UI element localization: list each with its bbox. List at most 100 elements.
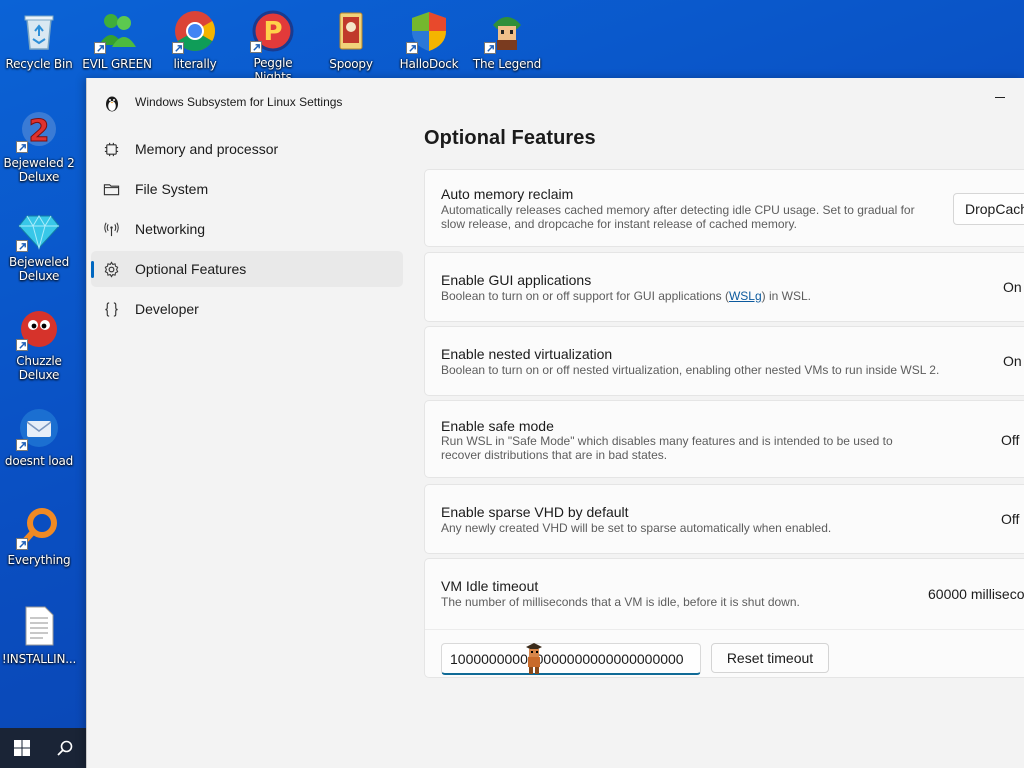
title-bar: Windows Subsystem for Linux Settings [87, 78, 1024, 126]
sidebar-item-optional-features[interactable]: Optional Features [91, 251, 403, 287]
bejeweled2-icon: 2 [16, 108, 62, 153]
page-title: Optional Features [424, 127, 596, 149]
desktop-icon-label: Recycle Bin [5, 57, 73, 71]
chip-icon [102, 140, 120, 158]
penguin-icon [104, 94, 120, 112]
setting-card-gui-applications: Enable GUI applications Boolean to turn … [424, 252, 1024, 322]
sidebar-item-file-system[interactable]: File System [91, 171, 403, 207]
taskbar-search-button[interactable] [43, 728, 86, 768]
chrome-icon [172, 8, 218, 54]
shortcut-arrow-icon [484, 42, 496, 54]
shortcut-arrow-icon [16, 141, 28, 153]
shortcut-arrow-icon [16, 240, 28, 252]
setting-description: The number of milliseconds that a VM is … [441, 595, 800, 609]
document-icon [16, 603, 62, 649]
recycle-bin-icon [16, 8, 62, 54]
setting-description: Boolean to turn on or off support for GU… [441, 289, 931, 303]
sidebar-item-memory-and-processor[interactable]: Memory and processor [91, 131, 403, 167]
sidebar-item-label: Optional Features [135, 261, 247, 277]
desktop-icon-spoopy[interactable]: Spoopy [312, 8, 390, 84]
auto-memory-reclaim-dropdown[interactable]: DropCach [953, 193, 1024, 225]
setting-description: Automatically releases cached memory aft… [441, 203, 915, 231]
vm-idle-timeout-value: 60000 millisecor [928, 586, 1024, 602]
setting-title: VM Idle timeout [441, 578, 539, 594]
setting-description: Boolean to turn on or off nested virtual… [441, 363, 940, 377]
desktop-icon-everything[interactable]: Everything [0, 504, 78, 580]
thunderbird-icon [16, 405, 62, 451]
sidebar-item-networking[interactable]: Networking [91, 211, 403, 247]
desktop-icon-label: literally [173, 57, 217, 71]
description-text: ) in WSL. [761, 289, 811, 303]
desktop-icon-recycle-bin[interactable]: Recycle Bin [0, 8, 78, 84]
game-character-icon [484, 8, 530, 54]
desktop-icon-label: EVIL GREEN [82, 57, 152, 71]
desktop-icon-label: Bejeweled 2 Deluxe [3, 156, 75, 184]
minimize-button[interactable] [989, 86, 1011, 108]
desktop-icon-bejeweled[interactable]: Bejeweled Deluxe [0, 207, 78, 283]
nested-virtualization-toggle-state[interactable]: On [1003, 353, 1022, 369]
desktop-icon-peggle-nights[interactable]: P Peggle Nights [234, 8, 312, 84]
setting-title: Enable sparse VHD by default [441, 504, 629, 520]
shortcut-arrow-icon [16, 439, 28, 451]
windows-logo-icon [406, 8, 452, 54]
desktop-icon-doesnt-load[interactable]: doesnt load [0, 405, 78, 481]
sidebar-item-label: Developer [135, 301, 199, 317]
setting-card-auto-memory-reclaim: Auto memory reclaim Automatically releas… [424, 169, 1024, 247]
desktop-icon-label: doesnt load [4, 454, 74, 468]
desktop-icon-literally[interactable]: literally [156, 8, 234, 84]
cursor-character-icon [523, 641, 545, 675]
setting-card-nested-virtualization: Enable nested virtualization Boolean to … [424, 326, 1024, 396]
chuzzle-icon [16, 306, 62, 351]
desktop-icon-the-legend[interactable]: The Legend [468, 8, 546, 84]
sidebar-nav: Memory and processor File System Network… [87, 131, 405, 331]
sidebar-item-label: File System [135, 181, 209, 197]
desktop-icon-installing[interactable]: !INSTALLIN... [0, 603, 78, 679]
start-button[interactable] [0, 728, 43, 768]
messenger-people-icon [94, 8, 140, 54]
setting-description: Run WSL in "Safe Mode" which disables ma… [441, 434, 893, 462]
sidebar-item-developer[interactable]: Developer [91, 291, 403, 327]
braces-icon [102, 300, 120, 318]
reset-timeout-button[interactable]: Reset timeout [711, 643, 829, 673]
folder-icon [102, 180, 120, 198]
setting-title: Enable safe mode [441, 418, 554, 434]
antenna-icon [102, 220, 120, 238]
shortcut-arrow-icon [172, 42, 184, 54]
sparse-vhd-toggle-state[interactable]: Off [1001, 511, 1019, 527]
shortcut-arrow-icon [16, 538, 28, 550]
desktop-icon-label: !INSTALLIN... [1, 652, 77, 666]
desktop-icon-hallodock[interactable]: HalloDock [390, 8, 468, 84]
desktop-icon-evil-green[interactable]: EVIL GREEN [78, 8, 156, 84]
shortcut-arrow-icon [16, 339, 28, 351]
dropdown-selected-value: DropCach [965, 201, 1024, 217]
desktop-icon-label: HalloDock [399, 57, 459, 71]
vm-idle-timeout-input[interactable] [441, 643, 701, 675]
safe-mode-toggle-state[interactable]: Off [1001, 432, 1019, 448]
gui-applications-toggle-state[interactable]: On [1003, 279, 1022, 295]
setting-title: Auto memory reclaim [441, 186, 574, 202]
windows-start-icon [13, 740, 30, 756]
wslg-link[interactable]: WSLg [729, 289, 762, 303]
desktop-icon-label: Everything [7, 553, 71, 567]
sidebar-item-label: Networking [135, 221, 206, 237]
sidebar-item-label: Memory and processor [135, 141, 279, 157]
svg-text:P: P [263, 17, 282, 47]
diamond-icon [16, 207, 62, 252]
setting-title: Enable GUI applications [441, 272, 592, 288]
peggle-icon: P [250, 8, 296, 53]
setting-card-vm-idle-timeout: VM Idle timeout The number of millisecon… [424, 558, 1024, 678]
search-icon [56, 740, 72, 756]
setting-description: Any newly created VHD will be set to spa… [441, 521, 832, 535]
desktop-icon-label: The Legend [472, 57, 542, 71]
divider [425, 629, 1024, 630]
desktop-icon-chuzzle[interactable]: Chuzzle Deluxe [0, 306, 78, 382]
window-title: Windows Subsystem for Linux Settings [135, 95, 343, 109]
minimize-icon [995, 96, 1005, 98]
desktop-icon-bejeweled-2[interactable]: 2 Bejeweled 2 Deluxe [0, 108, 78, 184]
everything-search-icon [16, 504, 62, 550]
wsl-settings-window: Windows Subsystem for Linux Settings Mem… [86, 78, 1024, 768]
shortcut-arrow-icon [406, 42, 418, 54]
description-text: Boolean to turn on or off support for GU… [441, 289, 729, 303]
setting-title: Enable nested virtualization [441, 346, 613, 362]
setting-card-safe-mode: Enable safe mode Run WSL in "Safe Mode" … [424, 400, 1024, 478]
